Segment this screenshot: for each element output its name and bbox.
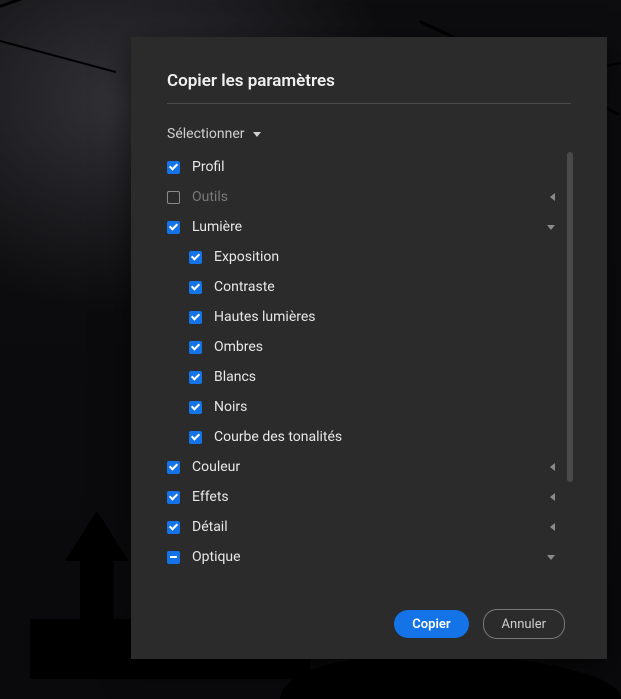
- setting-label: Optique: [192, 549, 547, 565]
- setting-row-ombres[interactable]: Ombres: [167, 332, 555, 362]
- setting-row-outils[interactable]: Outils: [167, 182, 555, 212]
- setting-label: Couleur: [192, 459, 550, 475]
- checkbox-hautes-lumieres[interactable]: [189, 311, 202, 324]
- copy-settings-dialog: Copier les paramètres Sélectionner Profi…: [131, 37, 607, 659]
- chevron-left-icon[interactable]: [550, 523, 555, 531]
- chevron-left-icon[interactable]: [550, 193, 555, 201]
- chevron-down-icon[interactable]: [547, 555, 555, 560]
- setting-row-profil[interactable]: Profil: [167, 152, 555, 182]
- setting-row-lumiere[interactable]: Lumière: [167, 212, 555, 242]
- branch-decoration: [0, 40, 116, 73]
- checkbox-detail[interactable]: [167, 521, 180, 534]
- checkbox-effets[interactable]: [167, 491, 180, 504]
- setting-label: Courbe des tonalités: [214, 429, 555, 445]
- setting-row-noirs[interactable]: Noirs: [167, 392, 555, 422]
- setting-label: Profil: [192, 159, 555, 175]
- dialog-title: Copier les paramètres: [167, 71, 571, 104]
- silhouette-hill: [280, 654, 621, 699]
- chevron-left-icon[interactable]: [550, 463, 555, 471]
- setting-label: Exposition: [214, 249, 555, 265]
- checkbox-lumiere[interactable]: [167, 221, 180, 234]
- setting-label: Hautes lumières: [214, 309, 555, 325]
- setting-row-courbe-tonalites[interactable]: Courbe des tonalités: [167, 422, 555, 452]
- setting-row-effets[interactable]: Effets: [167, 482, 555, 512]
- setting-row-blancs[interactable]: Blancs: [167, 362, 555, 392]
- setting-label: Outils: [192, 189, 550, 205]
- chevron-down-icon[interactable]: [547, 225, 555, 230]
- setting-label: Contraste: [214, 279, 555, 295]
- checkbox-exposition[interactable]: [189, 251, 202, 264]
- setting-label: Blancs: [214, 369, 555, 385]
- checkbox-outils[interactable]: [167, 191, 180, 204]
- checkbox-contraste[interactable]: [189, 281, 202, 294]
- setting-label: Effets: [192, 489, 550, 505]
- branch-decoration: [0, 0, 170, 8]
- setting-row-couleur[interactable]: Couleur: [167, 452, 555, 482]
- setting-label: Ombres: [214, 339, 555, 355]
- setting-label: Lumière: [192, 219, 547, 235]
- chevron-left-icon[interactable]: [550, 493, 555, 501]
- checkbox-noirs[interactable]: [189, 401, 202, 414]
- checkbox-profil[interactable]: [167, 161, 180, 174]
- copy-button[interactable]: Copier: [394, 610, 468, 638]
- checkbox-blancs[interactable]: [189, 371, 202, 384]
- checkbox-optique[interactable]: [167, 551, 180, 564]
- checkbox-courbe-tonalites[interactable]: [189, 431, 202, 444]
- setting-row-optique[interactable]: Optique: [167, 542, 555, 572]
- scrollbar[interactable]: [567, 152, 573, 482]
- checkbox-ombres[interactable]: [189, 341, 202, 354]
- setting-label: Noirs: [214, 399, 555, 415]
- cancel-button[interactable]: Annuler: [483, 609, 565, 639]
- setting-row-hautes-lumieres[interactable]: Hautes lumières: [167, 302, 555, 332]
- chevron-down-icon: [253, 132, 261, 137]
- checkbox-couleur[interactable]: [167, 461, 180, 474]
- setting-label: Détail: [192, 519, 550, 535]
- settings-list: Profil Outils Lumière Exposition Contraste Ha…: [167, 152, 571, 589]
- select-dropdown[interactable]: Sélectionner: [167, 126, 571, 142]
- setting-row-detail[interactable]: Détail: [167, 512, 555, 542]
- dialog-footer: Copier Annuler: [167, 589, 571, 659]
- select-label: Sélectionner: [167, 126, 245, 142]
- setting-row-contraste[interactable]: Contraste: [167, 272, 555, 302]
- setting-row-exposition[interactable]: Exposition: [167, 242, 555, 272]
